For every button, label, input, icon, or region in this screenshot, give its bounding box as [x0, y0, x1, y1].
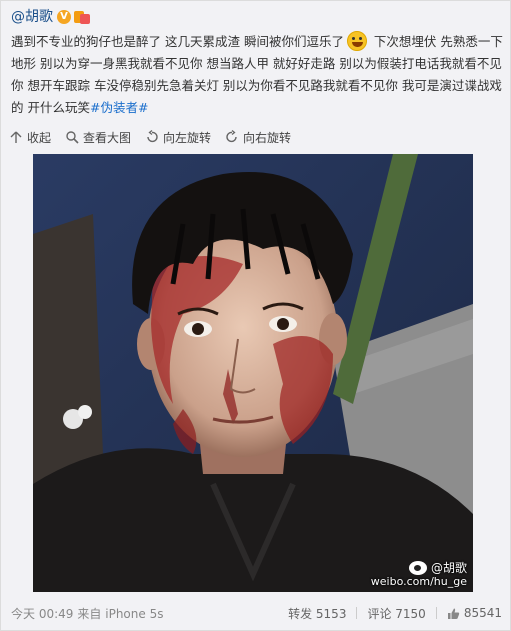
member-badge-icon — [74, 10, 91, 24]
action-divider — [356, 607, 358, 619]
weibo-logo-icon — [408, 561, 427, 575]
verified-badge-icon: V — [57, 10, 71, 24]
image-toolbar: 收起 查看大图 向左旋转 向右旋转 — [9, 127, 305, 147]
post-source: 来自 iPhone 5s — [77, 605, 163, 622]
post-header: @胡歌 V — [11, 7, 91, 27]
post-photo[interactable]: @胡歌 weibo.com/hu_ge — [33, 154, 473, 592]
rotate-right-icon — [225, 129, 239, 144]
username-link[interactable]: @胡歌 — [11, 7, 53, 27]
rotate-left-icon — [145, 129, 159, 144]
post-footer: 今天 00:49 来自 iPhone 5s 转发 5153 评论 7150 85… — [11, 604, 502, 622]
selfie-photo-image — [33, 154, 473, 592]
like-count: 85541 — [463, 606, 502, 620]
source-link[interactable]: iPhone 5s — [105, 607, 163, 621]
action-divider — [435, 607, 437, 619]
post-actions: 转发 5153 评论 7150 85541 — [288, 605, 502, 622]
rotate-right-label: 向右旋转 — [243, 130, 292, 145]
collapse-label: 收起 — [27, 130, 52, 145]
rotate-left-button[interactable]: 向左旋转 — [145, 129, 211, 146]
like-button[interactable]: 85541 — [447, 606, 502, 620]
view-large-label: 查看大图 — [83, 130, 132, 145]
view-large-button[interactable]: 查看大图 — [65, 129, 131, 146]
hashtag-link[interactable]: #伪装者# — [90, 100, 148, 115]
photo-watermark: @胡歌 weibo.com/hu_ge — [371, 561, 467, 588]
watermark-handle: @胡歌 — [430, 560, 467, 575]
comment-button[interactable]: 评论 7150 — [367, 605, 425, 622]
weibo-post-card: @胡歌 V 遇到不专业的狗仔也是醉了 这几天累成渣 瞬间被你们逗乐了 下次想埋伏… — [0, 0, 511, 631]
magnifier-icon — [65, 130, 79, 144]
rotate-left-label: 向左旋转 — [163, 130, 212, 145]
post-text: 遇到不专业的狗仔也是醉了 这几天累成渣 瞬间被你们逗乐了 下次想埋伏 先熟悉一下… — [11, 31, 506, 119]
thumbs-up-icon — [447, 607, 460, 620]
collapse-button[interactable]: 收起 — [9, 129, 51, 146]
source-prefix: 来自 — [77, 606, 102, 621]
arrow-up-icon — [9, 130, 23, 144]
repost-button[interactable]: 转发 5153 — [288, 605, 346, 622]
watermark-url: weibo.com/hu_ge — [370, 575, 467, 588]
laughing-emoji-icon — [346, 31, 367, 51]
rotate-right-button[interactable]: 向右旋转 — [225, 129, 291, 146]
post-text-part1: 遇到不专业的狗仔也是醉了 这几天累成渣 瞬间被你们逗乐了 — [11, 34, 344, 49]
post-time-link[interactable]: 今天 00:49 — [11, 605, 73, 622]
